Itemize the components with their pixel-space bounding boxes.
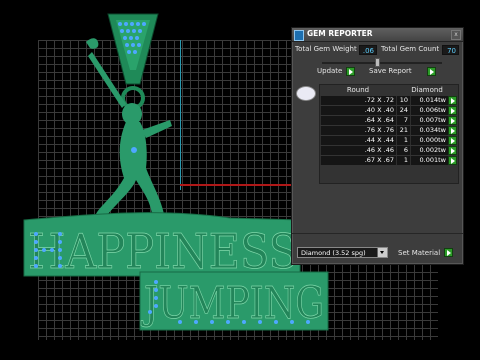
gem-reporter-panel[interactable]: GEM REPORTER x Total Gem Weight .06 Tota… (291, 27, 464, 265)
material-dropdown[interactable]: Diamond (3.52 spg) (297, 247, 388, 258)
row-weight: 0.000tw (410, 136, 448, 145)
round-gem-icon (296, 86, 316, 101)
row-select-button[interactable] (448, 126, 457, 135)
chevron-down-icon[interactable] (377, 248, 387, 257)
table-row: .72 X .72 10 0.014tw (320, 96, 458, 105)
column-header-diamond: Diamond (411, 86, 443, 94)
column-header-round: Round (346, 86, 370, 94)
row-select-button[interactable] (448, 106, 457, 115)
happiness-plate: HAPPINESS (23, 212, 301, 280)
row-weight: 0.006tw (410, 106, 448, 115)
row-count: 21 (396, 126, 410, 135)
row-count: 1 (396, 156, 410, 165)
update-button[interactable] (346, 67, 355, 76)
table-row: .44 X .44 1 0.000tw (320, 136, 458, 145)
gem-reporter-icon (294, 30, 304, 41)
slider-handle[interactable] (375, 58, 380, 67)
save-report-label: Save Report (369, 67, 412, 75)
svg-text:JUMPING: JUMPING (141, 278, 324, 329)
total-gem-weight-label: Total Gem Weight (295, 45, 357, 53)
row-size: .44 X .44 (320, 136, 396, 145)
jumping-plate: JUMPING (139, 271, 329, 331)
row-weight: 0.001tw (410, 156, 448, 165)
row-count: 7 (396, 116, 410, 125)
row-weight: 0.034tw (410, 126, 448, 135)
row-count: 10 (396, 96, 410, 105)
total-gem-weight-value: .06 (359, 45, 377, 55)
total-gem-count-value: 70 (442, 45, 459, 55)
gem-table: Round Diamond .72 X .72 10 0.014tw .40 X… (319, 84, 459, 184)
update-label: Update (317, 67, 343, 75)
row-weight: 0.002tw (410, 146, 448, 155)
row-select-button[interactable] (448, 116, 457, 125)
table-row: .76 X .76 21 0.034tw (320, 126, 458, 135)
panel-titlebar[interactable]: GEM REPORTER x (292, 28, 463, 42)
row-select-button[interactable] (448, 156, 457, 165)
row-count: 1 (396, 136, 410, 145)
row-weight: 0.007tw (410, 116, 448, 125)
row-count: 24 (396, 106, 410, 115)
material-dropdown-value: Diamond (3.52 spg) (301, 249, 366, 257)
row-select-button[interactable] (448, 96, 457, 105)
table-row: .64 X .64 7 0.007tw (320, 116, 458, 125)
row-select-button[interactable] (448, 146, 457, 155)
row-weight: 0.014tw (410, 96, 448, 105)
row-size: .64 X .64 (320, 116, 396, 125)
save-report-button[interactable] (427, 67, 436, 76)
panel-divider (292, 233, 463, 234)
row-size: .40 X .40 (320, 106, 396, 115)
row-size: .67 X .67 (320, 156, 396, 165)
row-size: .46 X .46 (320, 146, 396, 155)
table-row: .67 X .67 1 0.001tw (320, 156, 458, 165)
total-gem-count-label: Total Gem Count (381, 45, 440, 53)
row-select-button[interactable] (448, 136, 457, 145)
slider-track[interactable] (322, 62, 442, 64)
table-row: .40 X .40 24 0.006tw (320, 106, 458, 115)
row-size: .72 X .72 (320, 96, 396, 105)
set-material-label: Set Material (398, 249, 441, 257)
set-material-button[interactable] (444, 248, 453, 257)
row-size: .76 X .76 (320, 126, 396, 135)
figure-gem (131, 147, 137, 153)
table-row: .46 X .46 6 0.002tw (320, 146, 458, 155)
panel-title: GEM REPORTER (307, 29, 373, 38)
close-button[interactable]: x (451, 30, 461, 40)
row-count: 6 (396, 146, 410, 155)
